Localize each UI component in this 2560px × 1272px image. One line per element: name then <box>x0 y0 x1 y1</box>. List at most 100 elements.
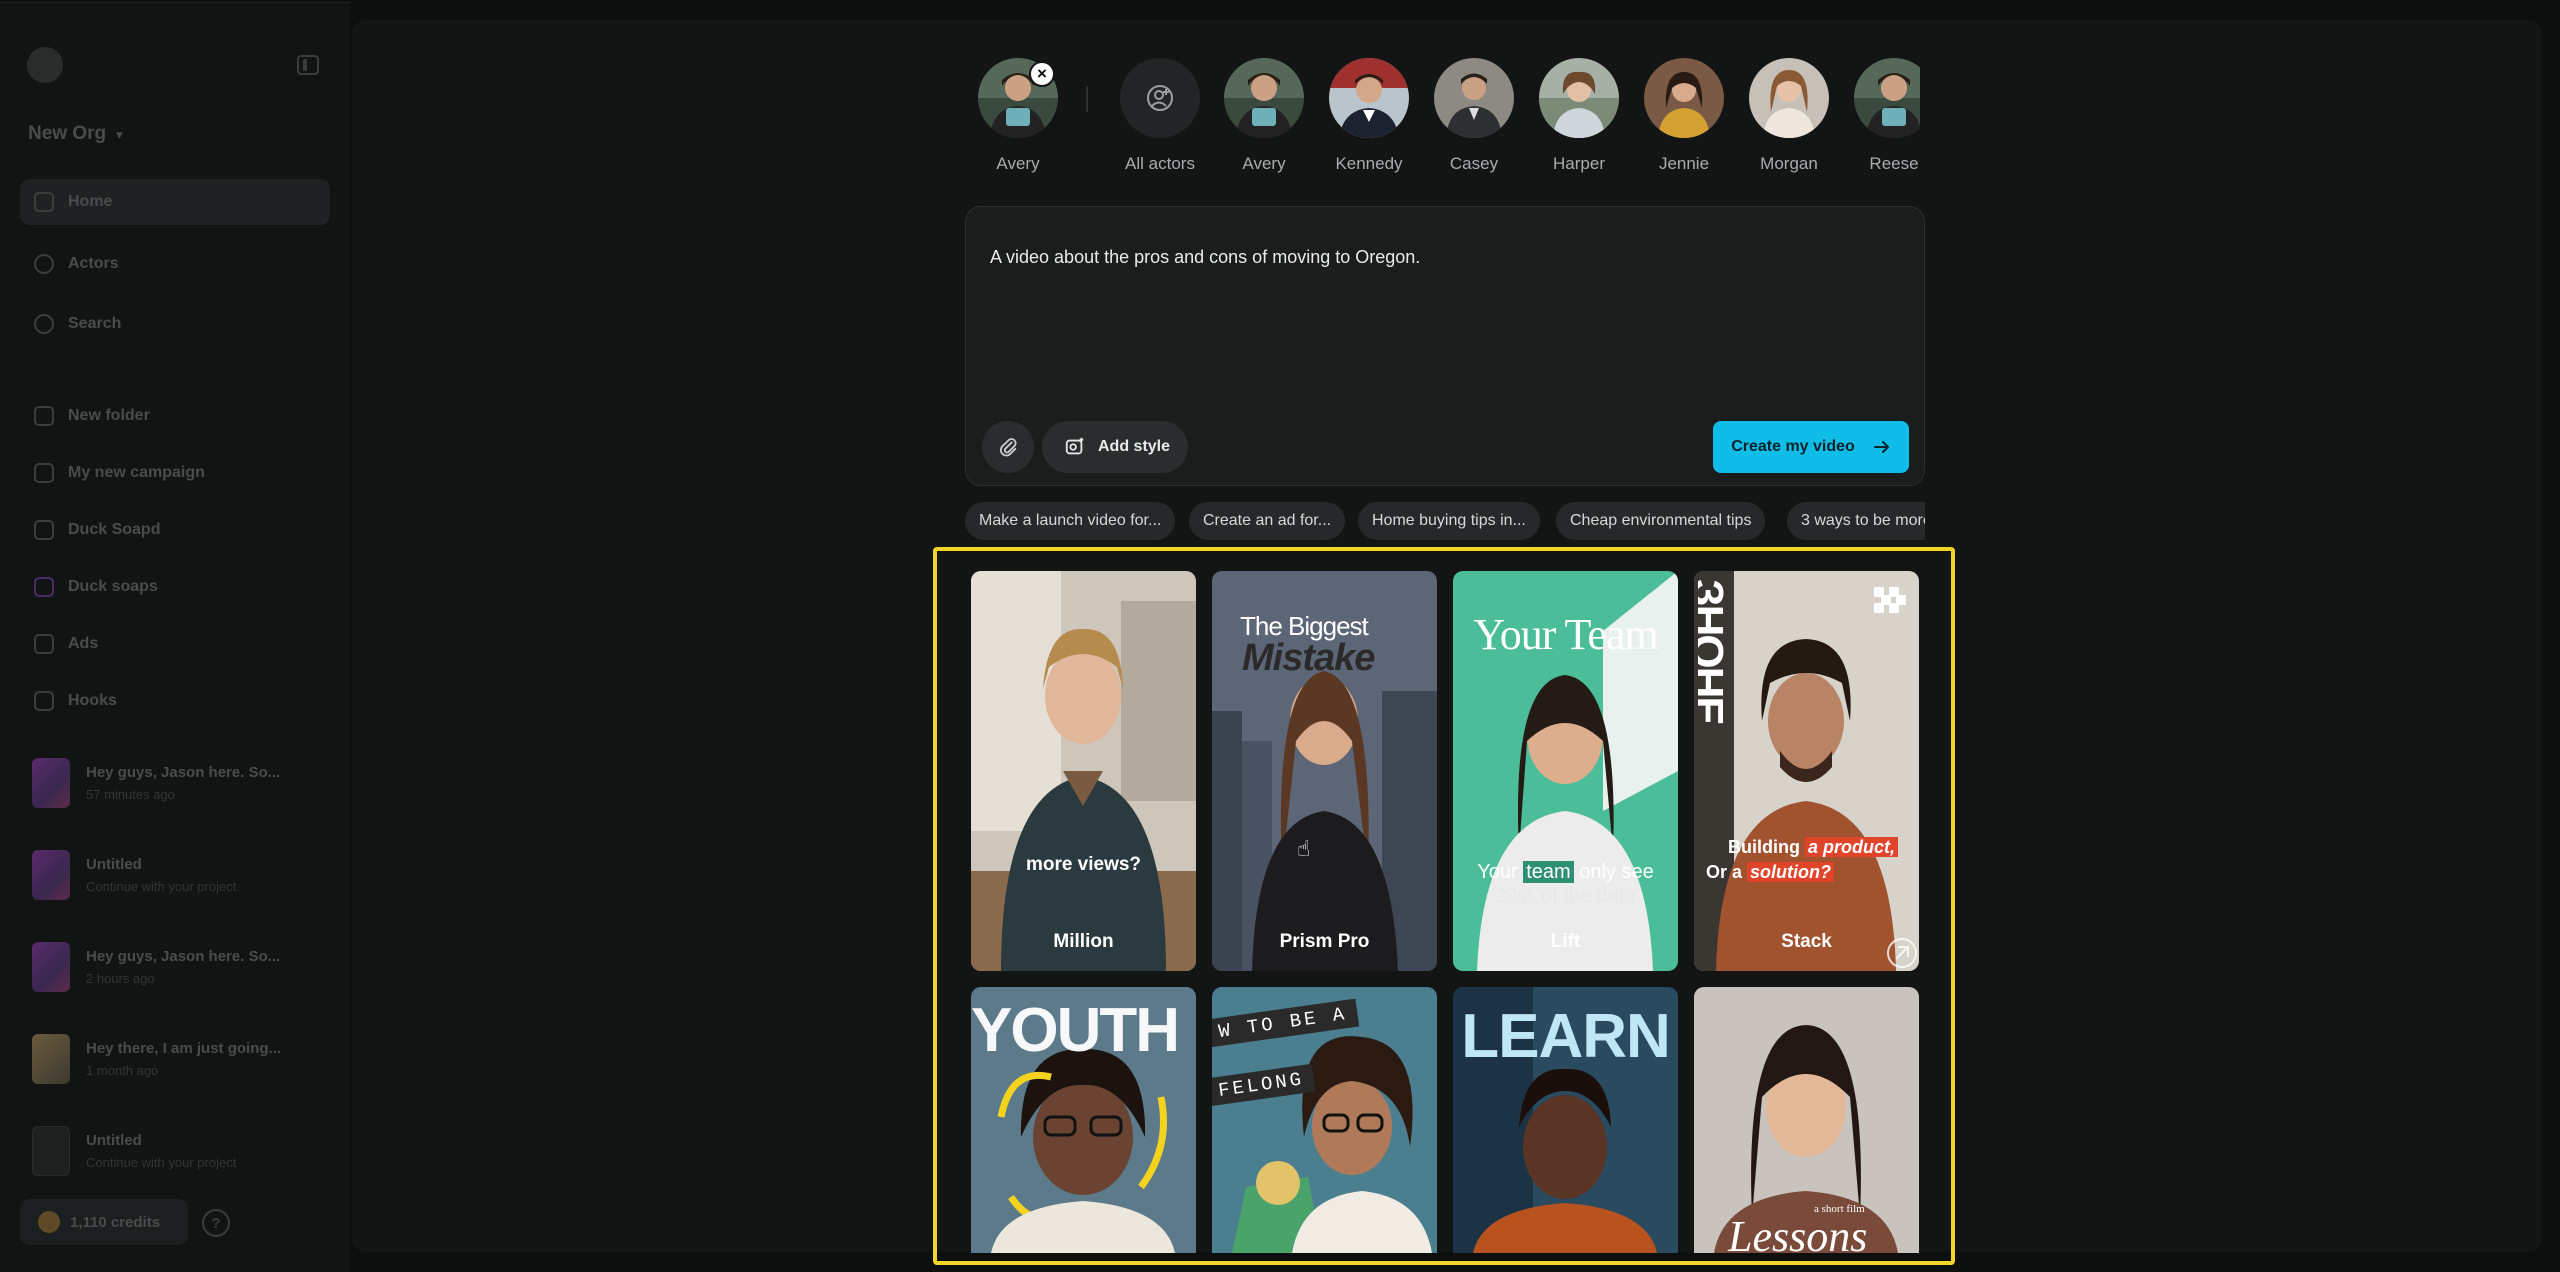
suggestion-chip[interactable]: Make a launch video for... <box>965 502 1176 540</box>
remove-actor-icon[interactable]: × <box>1029 61 1055 87</box>
hand-cursor-icon: ☝ <box>1297 836 1311 861</box>
styles-panel: more views? Million The Biggest Mistake … <box>933 547 1955 1265</box>
paperclip-icon <box>999 438 1017 457</box>
style-overlay-text: Lessons <box>1728 1212 1868 1253</box>
suggestion-chip[interactable]: Cheap environmental tips <box>1556 502 1766 540</box>
credits-label: 1,110 credits <box>70 1213 161 1231</box>
create-video-button[interactable]: Create my video <box>1713 421 1909 473</box>
sidebar-campaign[interactable]: My new campaign <box>20 450 330 496</box>
avatar <box>1854 58 1920 138</box>
sidebar-item-search[interactable]: Search <box>20 301 330 347</box>
sidebar-folder[interactable]: Ads <box>20 621 330 667</box>
style-caption: Your team only see <box>1453 861 1678 884</box>
suggestion-chip[interactable]: 3 ways to be more <box>1787 502 1925 540</box>
sidebar-folder[interactable]: Hooks <box>20 678 330 724</box>
help-icon[interactable]: ? <box>202 1209 230 1237</box>
add-style-button[interactable]: Add style <box>1042 421 1188 473</box>
actor-reese[interactable]: Reese <box>1844 58 1920 174</box>
style-card-million[interactable]: more views? Million <box>971 571 1196 971</box>
sidebar-item-home[interactable]: Home <box>20 179 330 225</box>
style-card-youth[interactable]: YOUTH <box>971 987 1196 1253</box>
actor-harper[interactable]: Harper <box>1529 58 1629 174</box>
actor-name: Kennedy <box>1335 154 1403 173</box>
arrow-right-icon <box>1873 441 1889 453</box>
sidebar: New Org ▾ Home Actors Search New folder M… <box>0 2 350 1272</box>
recent-subtitle: Continue with your project <box>86 879 237 894</box>
recent-project[interactable]: Untitled Continue with your project <box>32 1116 332 1186</box>
style-card-lifelong[interactable]: W TO BE A FELONG <box>1212 987 1437 1253</box>
sidebar-item-label: Ads <box>68 635 99 652</box>
style-overlay-text: Your Team <box>1473 610 1658 659</box>
actor-avery[interactable]: Avery <box>1214 58 1314 174</box>
recent-subtitle: 2 hours ago <box>86 971 155 986</box>
sidebar-folder[interactable]: New folder <box>20 393 330 439</box>
actor-name: Avery <box>996 154 1040 173</box>
style-overlay-text: ЗНОНЕ <box>1698 579 1732 724</box>
avatar <box>1329 58 1409 138</box>
suggestion-chip[interactable]: Create an ad for... <box>1189 502 1346 540</box>
style-caption: Or a solution? <box>1706 862 1835 883</box>
style-card-stack[interactable]: ЗНОНЕ Building a product, Or a solution?… <box>1694 571 1919 971</box>
attach-button[interactable] <box>982 421 1034 473</box>
all-actors-circle <box>1120 58 1200 138</box>
folder-icon <box>34 406 54 426</box>
actor-morgan[interactable]: Morgan <box>1739 58 1839 174</box>
folder-icon <box>34 634 54 654</box>
org-switcher[interactable]: New Org ▾ <box>28 123 123 145</box>
avatar <box>1539 58 1619 138</box>
sidebar-campaign[interactable]: Duck Soapd <box>20 507 330 553</box>
recent-subtitle: Continue with your project <box>86 1155 237 1170</box>
recent-title: Hey guys, Jason here. So... <box>86 764 281 781</box>
sidebar-item-label: Hooks <box>68 692 117 709</box>
style-caption: 20% of the data <box>1495 885 1636 907</box>
sidebar-item-label: Home <box>68 193 113 210</box>
all-actors-button[interactable]: All actors <box>1110 58 1210 174</box>
home-icon <box>34 192 54 212</box>
credits-button[interactable]: 1,110 credits <box>20 1199 188 1245</box>
collapse-sidebar-icon[interactable] <box>297 55 319 75</box>
caption-highlight: team <box>1523 861 1574 883</box>
selected-actor[interactable]: × Avery <box>968 58 1068 174</box>
suggestion-chips: Make a launch video for... Create an ad … <box>965 502 1925 540</box>
avatar <box>1434 58 1514 138</box>
caption-text: only see <box>1573 861 1654 883</box>
recent-project[interactable]: Hey guys, Jason here. So... 2 hours ago <box>32 932 332 1002</box>
sidebar-campaign[interactable]: Duck soaps <box>20 564 330 610</box>
style-card-lessons[interactable]: a short film Lessons <box>1694 987 1919 1253</box>
recent-title: Hey there, I am just going... <box>86 1040 282 1057</box>
actor-name: Casey <box>1449 154 1499 173</box>
recent-project[interactable]: Hey there, I am just going... 1 month ago <box>32 1024 332 1094</box>
style-label: Lift <box>1550 931 1581 952</box>
suggestion-chip[interactable]: Home buying tips in... <box>1358 502 1540 540</box>
style-card-learn[interactable]: LEARN <box>1453 987 1678 1253</box>
avatar <box>1644 58 1724 138</box>
sidebar-item-label: Actors <box>68 255 119 272</box>
project-thumbnail <box>32 1126 70 1176</box>
campaign-icon <box>34 577 54 597</box>
style-card-prism-pro[interactable]: The Biggest Mistake Prism Pro <box>1212 571 1437 971</box>
recent-project[interactable]: Untitled Continue with your project <box>32 840 332 910</box>
actor-jennie[interactable]: Jennie <box>1634 58 1734 174</box>
sidebar-item-label: My new campaign <box>68 464 205 481</box>
coin-icon <box>38 1211 60 1233</box>
recent-title: Untitled <box>86 856 142 873</box>
sidebar-item-label: Duck Soapd <box>68 521 161 538</box>
actor-name: Harper <box>1553 154 1605 173</box>
style-label: Million <box>1053 931 1114 952</box>
actor-name: Morgan <box>1760 154 1818 173</box>
search-icon <box>34 314 54 334</box>
add-style-label: Add style <box>1098 438 1171 455</box>
actor-kennedy[interactable]: Kennedy <box>1319 58 1419 174</box>
style-label: Prism Pro <box>1279 931 1370 952</box>
caption-highlight: solution? <box>1747 862 1835 882</box>
style-card-lift[interactable]: Your Team Your team only see 20% of the … <box>1453 571 1678 971</box>
project-thumbnail <box>32 942 70 992</box>
prompt-input[interactable]: A video about the pros and cons of movin… <box>990 247 1420 268</box>
org-logo[interactable] <box>27 47 63 83</box>
recent-project[interactable]: Hey guys, Jason here. So... 57 minutes ag… <box>32 748 332 818</box>
prompt-box[interactable]: A video about the pros and cons of movin… <box>965 206 1925 486</box>
style-icon <box>1065 437 1084 455</box>
sidebar-item-actors[interactable]: Actors <box>20 241 330 287</box>
actor-casey[interactable]: Casey <box>1424 58 1524 174</box>
caption-text: Your <box>1477 861 1524 883</box>
